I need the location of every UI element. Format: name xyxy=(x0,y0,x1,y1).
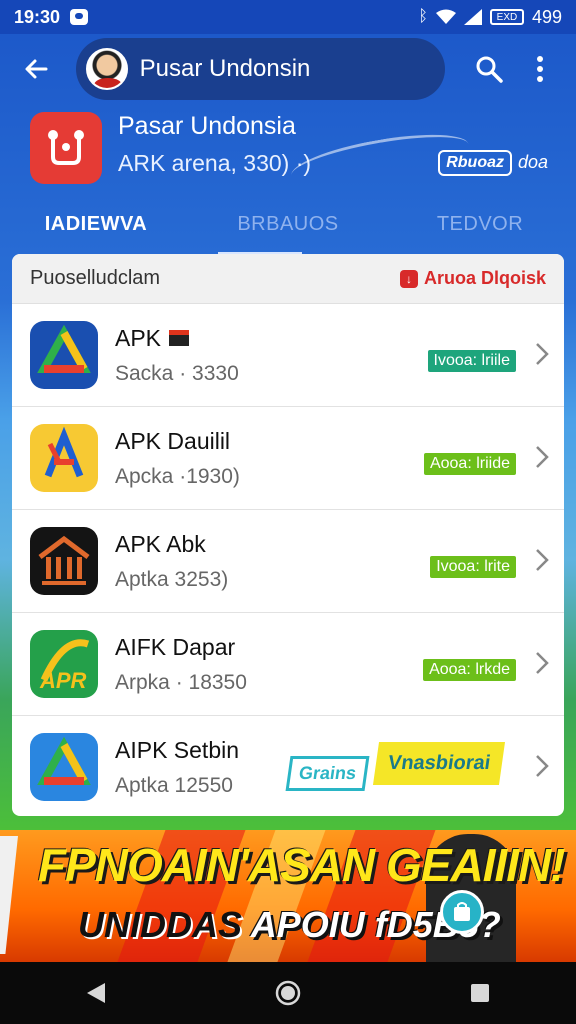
drive-triangle-icon xyxy=(30,733,98,801)
building-icon xyxy=(30,527,98,595)
list-item-subtitle: Sacka · 3330 xyxy=(115,361,239,385)
flag-icon xyxy=(169,330,190,346)
section-title: Puoselludclam xyxy=(30,267,161,289)
overlay-badge-teal[interactable]: Grains xyxy=(285,756,370,791)
banner-headline: FPNOAIN'ASAN GEAIIIN! xyxy=(38,839,566,891)
list-item-title: APK Abk xyxy=(115,530,206,557)
tab-1[interactable]: IADIEWVA xyxy=(0,198,192,250)
battery-percent: 499 xyxy=(531,6,562,27)
list-item[interactable]: APK Abk Aptka 3253) Ivooa: lrite xyxy=(12,510,564,613)
app-name: Pasar Undonsia xyxy=(118,112,296,140)
app-bar: Pusar Undonsin xyxy=(0,34,576,104)
more-vert-icon xyxy=(537,56,544,82)
list-item[interactable]: APK Sacka · 3330 Ivooa: lriile xyxy=(12,304,564,407)
list-item-title: AIPK Setbin xyxy=(115,736,240,763)
promo-suffix: doa xyxy=(517,152,548,172)
app-bar-title-pill[interactable]: Pusar Undonsin xyxy=(75,38,445,100)
section-action-label: Aruoa Dlqoisk xyxy=(423,268,546,288)
nav-home-button[interactable] xyxy=(268,973,308,1013)
back-arrow-icon xyxy=(25,59,48,79)
apr-leaf-icon: APR xyxy=(30,630,98,698)
chevron-right-icon[interactable] xyxy=(534,649,550,677)
app-logo xyxy=(30,112,102,184)
search-icon xyxy=(476,56,503,83)
nav-recents-icon xyxy=(471,984,489,1002)
tab-2[interactable]: BRBAUOS xyxy=(192,198,384,250)
back-button[interactable] xyxy=(14,47,58,91)
search-button[interactable] xyxy=(467,47,511,91)
share-route-icon xyxy=(48,130,84,165)
list-item-text: APK Abk Aptka 3253) xyxy=(115,531,228,592)
tab-3[interactable]: TEDVOR xyxy=(384,198,576,250)
list-item-text: AIPK Setbin Aptka 12550 xyxy=(115,737,239,798)
nav-back-button[interactable] xyxy=(76,973,116,1013)
list-item-subtitle: Apcka ·1930) xyxy=(115,464,240,488)
list-item[interactable]: APR AIFK Dapar Arpka · 18350 Aooa: lrkde xyxy=(12,613,564,716)
status-icons: ᛒ EXD 499 xyxy=(418,7,562,28)
list-item-badge[interactable]: Ivooa: lriile xyxy=(427,350,516,372)
banner-subline-a: UNIDDAS xyxy=(78,904,243,945)
signal-icon xyxy=(463,9,482,25)
list-item-subtitle: Aptka 3253) xyxy=(115,567,229,591)
ad-banner[interactable]: FPNOAIN'ASAN GEAIIIN! UNIDDAS APOIU fD5B… xyxy=(0,830,576,962)
overlay-badge-yellow[interactable]: Vnasbiorai xyxy=(372,742,506,785)
letter-a-icon xyxy=(30,424,98,492)
list-item-text: APK Dauilil Apcka ·1930) xyxy=(115,428,240,489)
list-item-text: AIFK Dapar Arpka · 18350 xyxy=(115,634,247,695)
section-action-button[interactable]: ↓ Aruoa Dlqoisk xyxy=(399,268,546,289)
avatar xyxy=(85,48,128,90)
banner-subline: UNIDDAS APOIU fD5B5? xyxy=(78,904,501,946)
bluetooth-icon: ᛒ xyxy=(418,8,428,25)
status-bar: 19:30 ᛒ EXD 499 xyxy=(0,0,576,34)
list-item-title: APK xyxy=(115,325,239,352)
list-item-title: APK Dauilil xyxy=(115,427,231,454)
download-icon: ↓ xyxy=(399,269,418,288)
list-item-title-text: APK xyxy=(115,324,162,351)
shopping-bag-icon xyxy=(454,902,470,921)
app-bar-title: Pusar Undonsin xyxy=(139,55,311,82)
list-item[interactable]: APK Dauilil Apcka ·1930) Aooa: lriide xyxy=(12,407,564,510)
drive-triangle-icon xyxy=(30,321,98,389)
nav-back-icon xyxy=(87,983,105,1003)
list-item-badge[interactable]: Aooa: lriide xyxy=(423,453,516,475)
wifi-icon xyxy=(435,9,456,24)
tab-bar: IADIEWVA BRBAUOS TEDVOR xyxy=(0,198,576,250)
list-item-subtitle: Arpka · 18350 xyxy=(115,670,247,694)
banner-app-icon[interactable] xyxy=(440,890,484,934)
battery-icon: EXD xyxy=(489,9,524,25)
list-header: Puoselludclam ↓ Aruoa Dlqoisk xyxy=(12,254,564,304)
chevron-right-icon[interactable] xyxy=(534,443,550,471)
list-item-text: APK Sacka · 3330 xyxy=(115,325,239,386)
app-subtitle: ARK arena, 330) ·) xyxy=(118,150,312,176)
notification-icon xyxy=(70,9,89,25)
status-time: 19:30 xyxy=(14,6,61,27)
nav-home-icon xyxy=(275,980,301,1006)
list-item-badge[interactable]: Aooa: lrkde xyxy=(423,659,516,681)
list-item-subtitle: Aptka 12550 xyxy=(115,773,233,797)
list-item-badge[interactable]: Ivooa: lrite xyxy=(430,556,516,578)
chevron-right-icon[interactable] xyxy=(534,340,550,368)
more-button[interactable] xyxy=(518,47,562,91)
app-list-card: Puoselludclam ↓ Aruoa Dlqoisk APK Sacka … xyxy=(12,254,564,816)
svg-text:APR: APR xyxy=(39,668,87,693)
list-item-title: AIFK Dapar xyxy=(115,633,236,660)
chevron-right-icon[interactable] xyxy=(534,752,550,780)
system-nav-bar xyxy=(0,962,576,1024)
nav-recents-button[interactable] xyxy=(460,973,500,1013)
chevron-right-icon[interactable] xyxy=(534,546,550,574)
